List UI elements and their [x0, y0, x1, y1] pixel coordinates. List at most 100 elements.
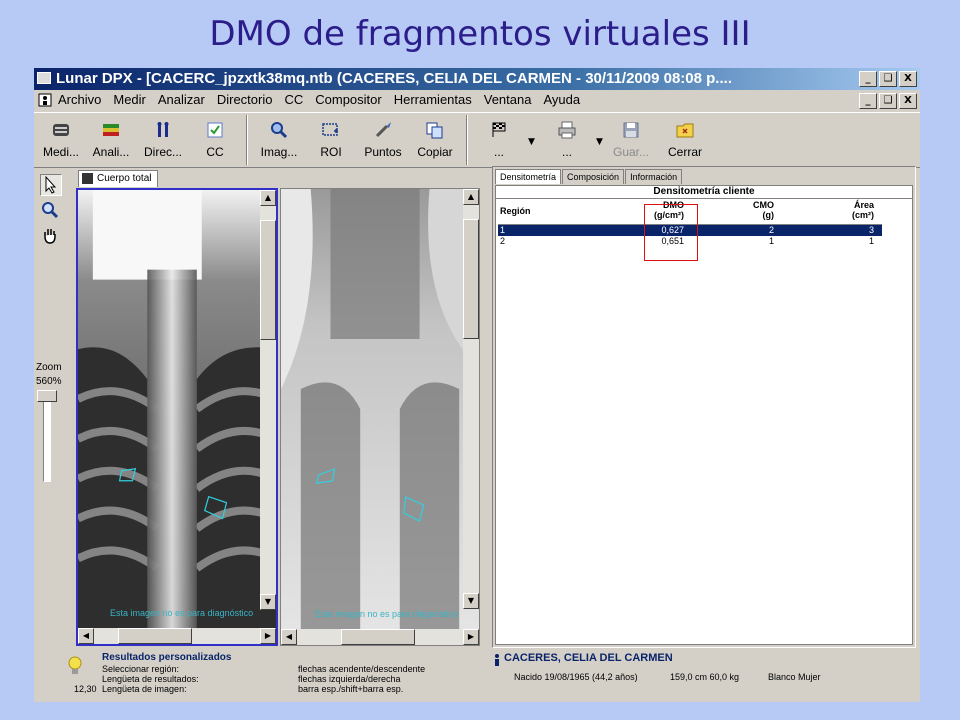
copy-icon [426, 122, 443, 139]
doc-minimize-button[interactable]: _ [859, 93, 877, 109]
soft-tissue-viewport[interactable]: Esta imagen no es para diagnóstico ▲ ▼ ◀… [280, 188, 480, 646]
measure-button[interactable]: Medi... [36, 117, 86, 163]
restore-button[interactable]: ❑ [879, 71, 897, 87]
patient-name: CACERES, CELIA DEL CARMEN [504, 652, 673, 664]
status-line: Seleccionar región: [102, 664, 180, 674]
scroll-right-arrow-icon[interactable]: ▶ [463, 629, 479, 645]
close-doc-button[interactable]: Cerrar [660, 117, 710, 163]
status-line: Lengüeta de imagen: [102, 684, 187, 694]
patient-icon [495, 654, 499, 666]
vertical-scrollbar[interactable]: ▲ ▼ [463, 189, 479, 609]
scroll-up-arrow-icon[interactable]: ▲ [463, 189, 479, 205]
document-icon[interactable] [38, 93, 52, 107]
printer-icon [558, 121, 576, 139]
chevron-down-icon[interactable]: ▼ [596, 137, 603, 147]
zoom-label: Zoom [36, 362, 62, 373]
minimize-button[interactable]: _ [859, 71, 877, 87]
points-button[interactable]: Puntos [358, 117, 408, 163]
save-button[interactable]: Guar... [606, 117, 656, 163]
copy-label: Copiar [417, 145, 453, 159]
slide-title: DMO de fragmentos virtuales III [209, 14, 751, 54]
row-cmo: 2 [768, 225, 774, 235]
roi-icon [322, 123, 338, 136]
zoom-tool[interactable] [40, 200, 62, 222]
scroll-down-arrow-icon[interactable]: ▼ [260, 594, 276, 610]
menu-analizar[interactable]: Analizar [158, 90, 205, 110]
menu-cc[interactable]: CC [284, 90, 303, 110]
menu-medir[interactable]: Medir [113, 90, 146, 110]
points-label: Puntos [364, 145, 402, 159]
dmo-highlight-box [644, 204, 698, 261]
roi-button[interactable]: ROI [306, 117, 356, 163]
document-controls: _ ❑ X [859, 93, 917, 109]
menu-directorio[interactable]: Directorio [217, 90, 273, 110]
menu-herramientas[interactable]: Herramientas [394, 90, 472, 110]
bone-density-image [78, 190, 276, 644]
scroll-left-arrow-icon[interactable]: ◀ [281, 629, 297, 645]
window-title: Lunar DPX - [CACERC_jpzxtk38mq.ntb (CACE… [56, 70, 732, 87]
diagnostic-disclaimer: Esta imagen no es para diagnóstico [110, 608, 254, 618]
cc-button[interactable]: CC [190, 117, 240, 163]
pointer-tool[interactable] [40, 174, 62, 196]
status-value: 12,30 [74, 684, 97, 694]
close-button[interactable]: X [899, 71, 917, 87]
results-header: Densitometría cliente [496, 186, 912, 199]
roi-label: ROI [320, 145, 342, 159]
menu-archivo[interactable]: Archivo [58, 90, 101, 110]
save-icon [623, 122, 639, 138]
scroll-thumb[interactable] [463, 219, 479, 339]
tab-cuerpo-total[interactable]: Cuerpo total [78, 170, 159, 187]
scroll-up-arrow-icon[interactable]: ▲ [260, 190, 276, 206]
image-panel: Cuerpo total Esta imagen no es para diag… [74, 168, 482, 648]
doc-restore-button[interactable]: ❑ [879, 93, 897, 109]
patient-group: Blanco Mujer [768, 672, 821, 682]
scroll-thumb[interactable] [341, 629, 415, 645]
doc-close-button[interactable]: X [899, 93, 917, 109]
bone-scan-viewport[interactable]: Esta imagen no es para diagnóstico ▲ ▼ ◀… [76, 188, 278, 646]
lunar-dpx-window: Lunar DPX - [CACERC_jpzxtk38mq.ntb (CACE… [34, 68, 920, 702]
row-cmo: 1 [768, 236, 774, 246]
analyze-icon [103, 124, 119, 136]
analyze-button[interactable]: Anali... [86, 117, 136, 163]
zoom-slider-thumb[interactable] [37, 390, 57, 402]
scroll-down-arrow-icon[interactable]: ▼ [463, 593, 479, 609]
tab-densitometria[interactable]: Densitometría [495, 169, 562, 184]
horizontal-scrollbar[interactable]: ◀ ▶ [78, 628, 276, 644]
chevron-down-icon[interactable]: ▼ [528, 137, 535, 147]
app-icon [37, 72, 51, 84]
image-magnify-button[interactable]: Imag... [254, 117, 304, 163]
zoom-slider-track[interactable] [43, 396, 51, 482]
column-area-unit: (cm²) [852, 210, 874, 220]
flag-icon [492, 122, 506, 137]
horizontal-scrollbar[interactable]: ◀ ▶ [281, 629, 479, 645]
points-icon [375, 122, 391, 138]
menu-ventana[interactable]: Ventana [484, 90, 532, 110]
flag-button[interactable]: ... [474, 117, 524, 163]
status-title: Resultados personalizados [102, 652, 232, 663]
vertical-scrollbar[interactable]: ▲ ▼ [260, 190, 276, 610]
close-doc-label: Cerrar [667, 145, 702, 159]
scroll-thumb[interactable] [118, 628, 192, 644]
directory-label: Direc... [143, 145, 182, 159]
print-button[interactable]: ... [542, 117, 592, 163]
measure-icon [53, 124, 69, 136]
scroll-thumb[interactable] [260, 220, 276, 340]
row-region: 2 [500, 236, 506, 246]
tab-informacion[interactable]: Información [625, 169, 683, 184]
window-titlebar[interactable]: Lunar DPX - [CACERC_jpzxtk38mq.ntb (CACE… [34, 68, 920, 90]
row-area: 1 [868, 236, 874, 246]
scroll-left-arrow-icon[interactable]: ◀ [78, 628, 94, 644]
toolbar: Medi... Anali... Direc... CC Imag... ROI… [34, 112, 920, 168]
toolbar-separator [246, 115, 248, 165]
menu-ayuda[interactable]: Ayuda [543, 90, 580, 110]
copy-button[interactable]: Copiar [410, 117, 460, 163]
zoom-icon [42, 202, 59, 219]
menu-compositor[interactable]: Compositor [315, 90, 381, 110]
directory-button[interactable]: Direc... [138, 117, 188, 163]
tab-composicion[interactable]: Composición [562, 169, 625, 184]
pan-tool[interactable] [40, 226, 62, 248]
scroll-right-arrow-icon[interactable]: ▶ [260, 628, 276, 644]
status-hint: barra esp./shift+barra esp. [298, 684, 404, 694]
status-line: Lengüeta de resultados: [102, 674, 199, 684]
hand-icon [44, 229, 56, 244]
